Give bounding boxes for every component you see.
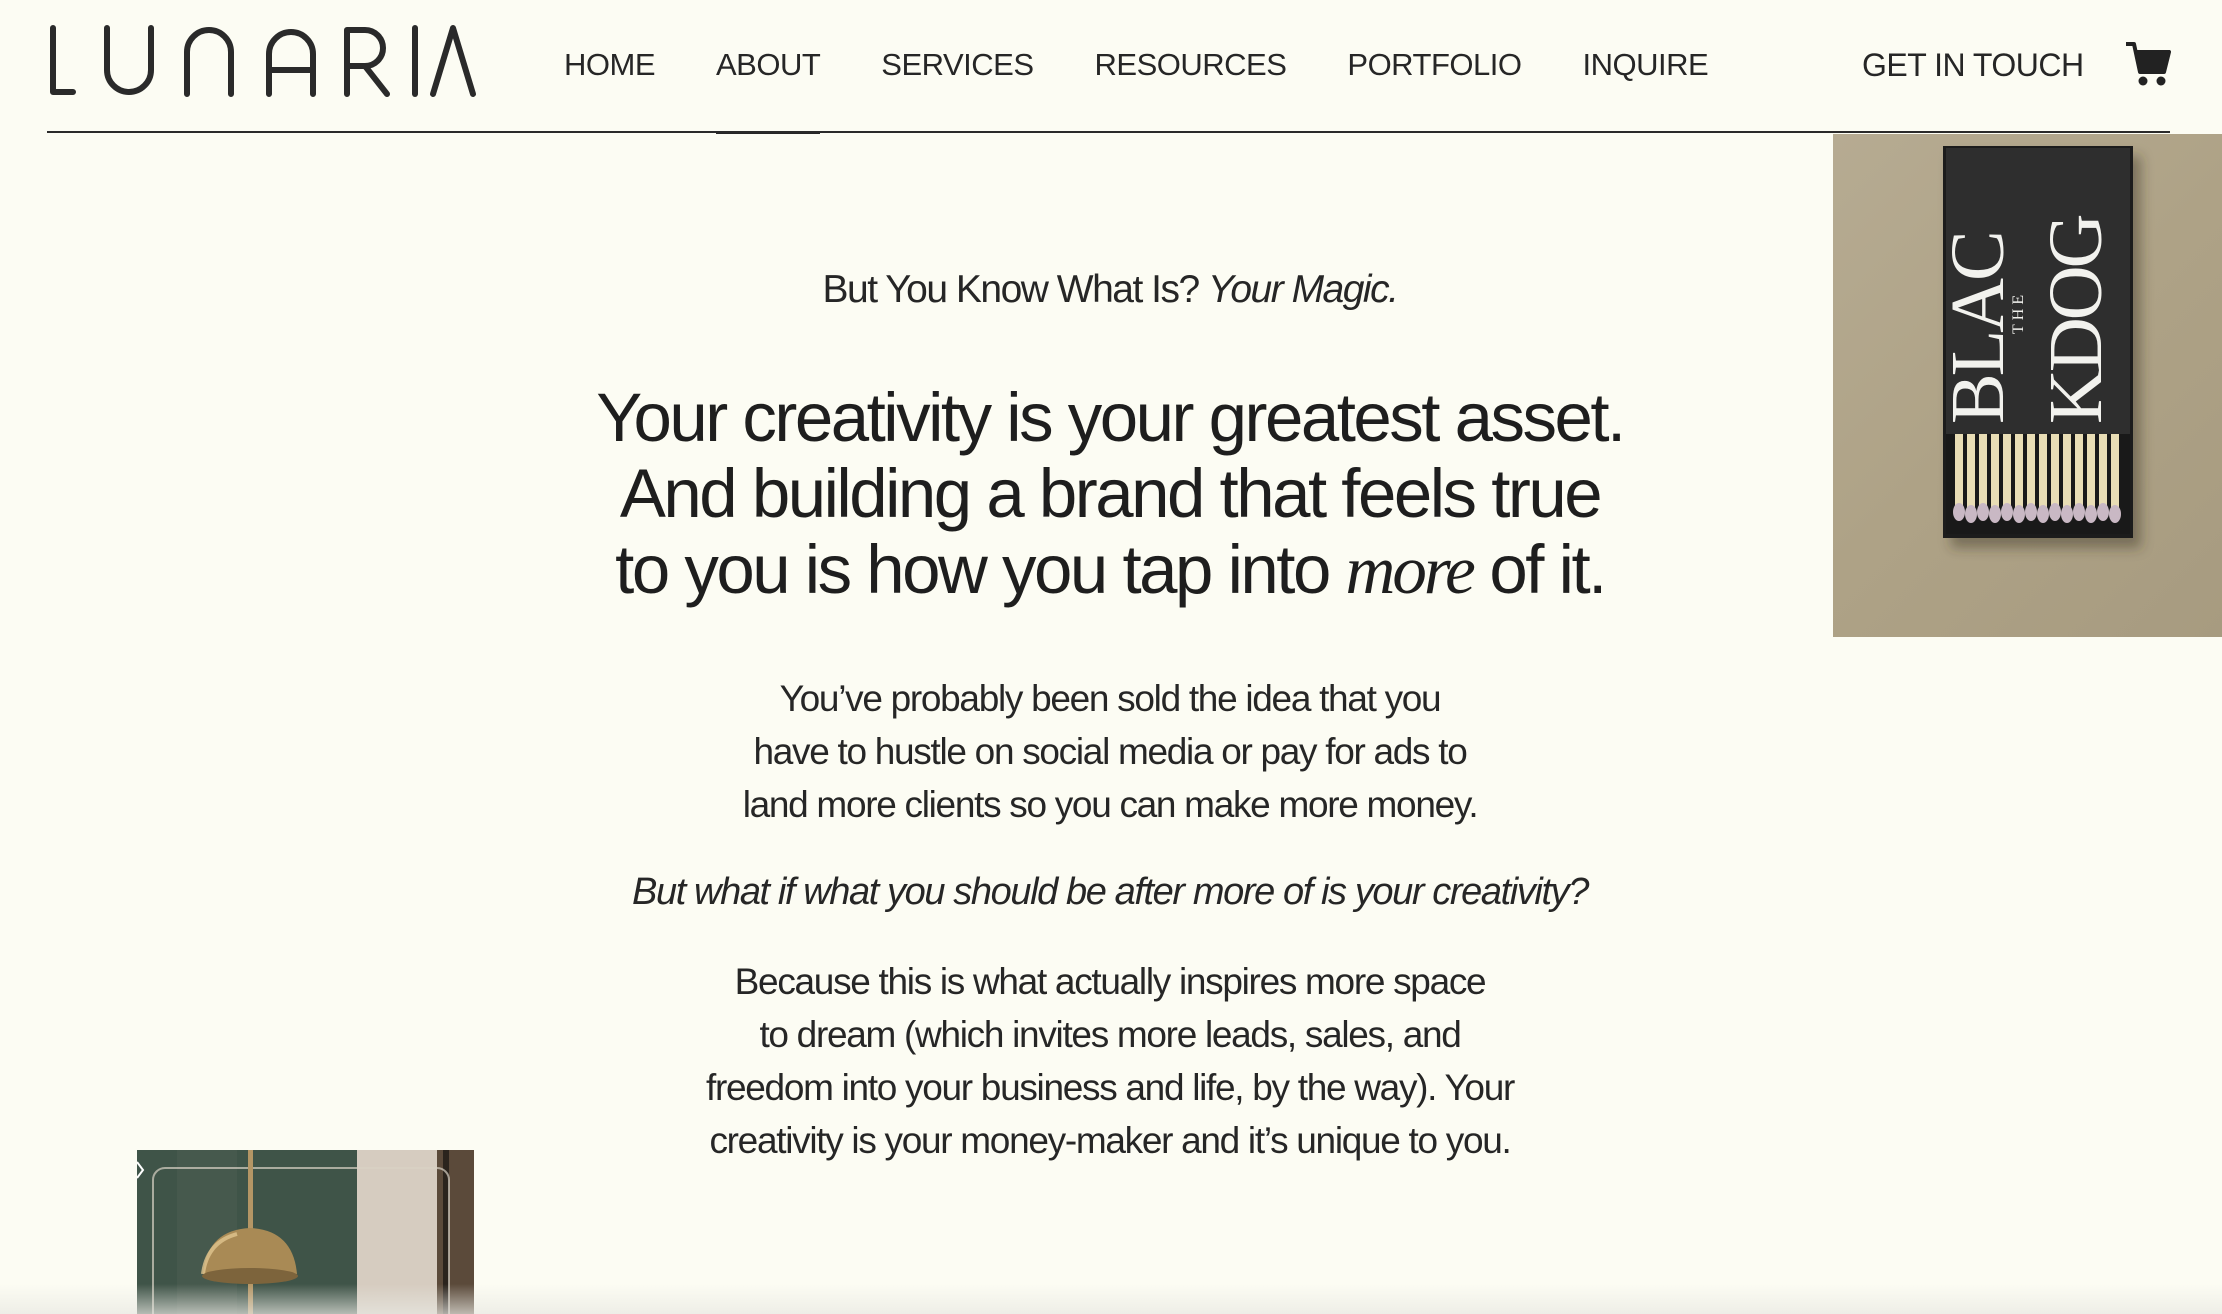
nav-item-inquire[interactable]: INQUIRE [1582,40,1708,90]
nav-item-about[interactable]: ABOUT [716,40,821,134]
intro-paragraph: You’ve probably been sold the idea that … [560,672,1660,831]
matchbox-label-line2: THE [2010,291,2027,334]
cart-icon[interactable] [2124,38,2172,88]
headline-emphasis: more [1345,532,1476,608]
matchbox-image: BLAC THE KDOG [1833,134,2222,637]
intro-line-1: You’ve probably been sold the idea that … [779,678,1442,719]
eyebrow-text: But You Know What Is? [822,268,1201,311]
creativity-line-2: to dream (which invites more leads, sale… [759,1014,1461,1055]
italic-question: But what if what you should be after mor… [632,871,1589,913]
headline-line-3: to you is how you tap into more of it. [560,531,1660,609]
nav-item-portfolio[interactable]: PORTFOLIO [1347,40,1522,90]
eyebrow-italic: Your Magic. [1208,268,1399,311]
main-nav: HOME ABOUT SERVICES RESOURCES PORTFOLIO … [564,40,1769,134]
page-headline: Your creativity is your greatest asset. … [560,379,1660,609]
matchbox-label-line1: BLAC [1936,233,2020,424]
nav-item-home[interactable]: HOME [564,40,656,90]
intro-line-3: land more clients so you can make more m… [742,784,1479,825]
creativity-line-1: Because this is what actually inspires m… [734,961,1487,1002]
brand-logo[interactable] [47,22,477,102]
headline-line-1: Your creativity is your greatest asset. [596,379,1626,456]
creativity-paragraph: Because this is what actually inspires m… [560,955,1660,1167]
creativity-line-4: creativity is your money-maker and it’s … [709,1120,1511,1161]
creativity-line-3: freedom into your business and life, by … [705,1067,1515,1108]
header-divider [47,131,2170,133]
nav-item-resources[interactable]: RESOURCES [1095,40,1287,90]
headline-line-2: And building a brand that feels true [619,455,1603,532]
headline-line-3-end: of it. [1489,531,1607,608]
nav-item-services[interactable]: SERVICES [881,40,1034,90]
about-intro-section: But You Know What Is? Your Magic. Your c… [560,260,1660,1167]
page-bottom-fade [0,1284,2222,1314]
matchbox-label-line3: KDOG [2034,215,2118,424]
intro-line-2: have to hustle on social media or pay fo… [753,731,1468,772]
get-in-touch-link[interactable]: GET IN TOUCH [1862,40,2084,90]
headline-line-3-start: to you is how you tap into [615,531,1331,608]
section-eyebrow: But You Know What Is? Your Magic. [560,260,1660,320]
